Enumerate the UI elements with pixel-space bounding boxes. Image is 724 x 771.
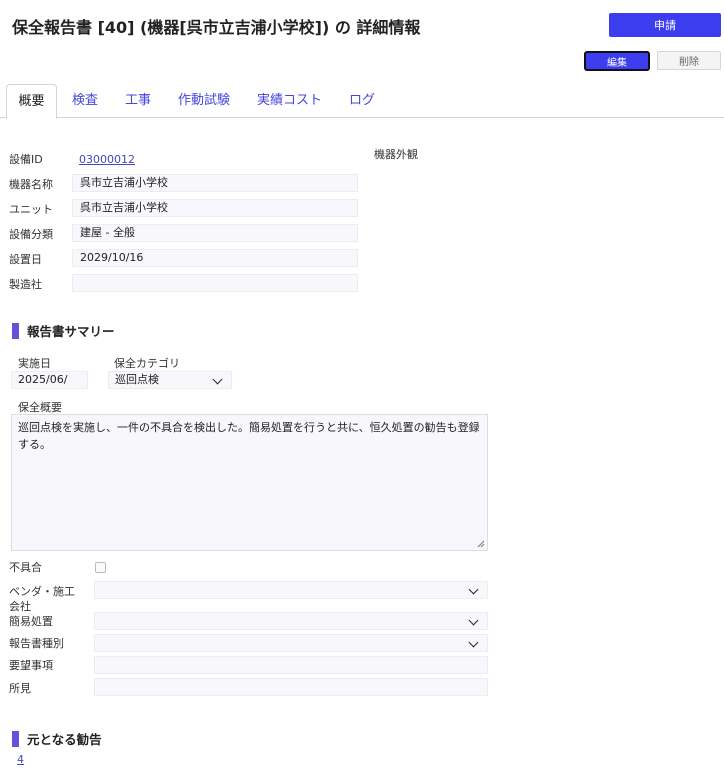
edit-button[interactable]: 編集 [584, 51, 650, 71]
recommendation-link[interactable]: 4 [17, 753, 24, 766]
maintenance-category-value: 巡回点検 [115, 373, 159, 386]
overview-text: 巡回点検を実施し、一件の不具合を検出した。簡易処置を行うと共に、恒久処置の勧告も… [18, 421, 480, 451]
report-type-label: 報告書種別 [9, 637, 64, 650]
delete-button[interactable]: 削除 [657, 51, 721, 70]
overview-textarea[interactable]: 巡回点検を実施し、一件の不具合を検出した。簡易処置を行うと共に、恒久処置の勧告も… [11, 414, 488, 551]
equipment-category-value: 建屋 - 全般 [72, 224, 358, 242]
vendor-label-line2: 会社 [9, 600, 31, 613]
summary-heading-text: 報告書サマリー [27, 324, 115, 339]
summary-heading: 報告書サマリー [12, 321, 115, 340]
source-recommendation-heading-text: 元となる勧告 [27, 732, 102, 747]
chevron-down-icon [212, 374, 223, 385]
unit-label: ユニット [9, 203, 53, 216]
page-title: 保全報告書 [40] (機器[呉市立吉浦小学校]) の 詳細情報 [12, 18, 421, 37]
install-date-label: 設置日 [9, 253, 42, 266]
resize-handle-icon[interactable] [477, 540, 485, 548]
equipment-id-label: 設備ID [9, 153, 43, 166]
section-marker [12, 730, 19, 747]
equipment-id-link[interactable]: 03000012 [79, 153, 135, 166]
install-date-value: 2029/10/16 [72, 249, 358, 267]
overview-label: 保全概要 [18, 401, 62, 414]
tab-operation-test[interactable]: 作動試験 [178, 84, 230, 118]
request-input[interactable] [94, 656, 488, 674]
chevron-down-icon [468, 615, 479, 626]
equipment-appearance-label: 機器外観 [374, 148, 418, 161]
tab-actual-cost[interactable]: 実績コスト [257, 84, 322, 118]
report-type-select[interactable] [94, 634, 488, 652]
unit-value: 呉市立吉浦小学校 [72, 199, 358, 217]
findings-label: 所見 [9, 682, 31, 695]
defect-label: 不具合 [9, 561, 42, 574]
equipment-name-value: 呉市立吉浦小学校 [72, 174, 358, 192]
tab-inspection[interactable]: 検査 [72, 84, 98, 118]
simple-treatment-select[interactable] [94, 612, 488, 630]
vendor-select[interactable] [94, 581, 488, 599]
date-input[interactable]: 2025/06/ [11, 371, 88, 389]
vendor-label-line1: ベンダ・施工 [9, 585, 75, 598]
source-recommendation-heading: 元となる勧告 [12, 729, 102, 748]
maintenance-category-select[interactable]: 巡回点検 [108, 371, 232, 389]
equipment-name-label: 機器名称 [9, 178, 53, 191]
request-label: 要望事項 [9, 659, 53, 672]
chevron-down-icon [468, 584, 479, 595]
chevron-down-icon [468, 637, 479, 648]
maker-label: 製造社 [9, 278, 42, 291]
simple-treatment-label: 簡易処置 [9, 615, 53, 628]
tab-construction[interactable]: 工事 [125, 84, 151, 118]
maintenance-category-label: 保全カテゴリ [114, 357, 180, 370]
tab-overview[interactable]: 概要 [6, 84, 57, 119]
tab-bar: 概要 検査 工事 作動試験 実績コスト ログ [0, 84, 724, 119]
findings-input[interactable] [94, 678, 488, 696]
apply-button[interactable]: 申請 [609, 13, 721, 37]
defect-checkbox[interactable] [95, 562, 106, 573]
date-label: 実施日 [18, 357, 51, 370]
maker-value [72, 274, 358, 292]
section-marker [12, 322, 19, 339]
tab-log[interactable]: ログ [349, 84, 375, 118]
equipment-category-label: 設備分類 [9, 228, 53, 241]
